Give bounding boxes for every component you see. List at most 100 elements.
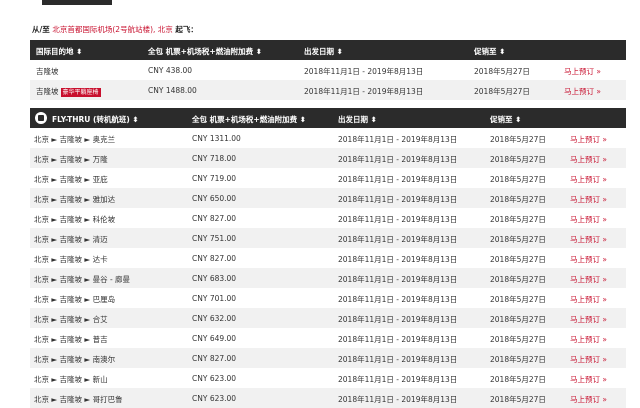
book-now-link[interactable]: 马上预订 »	[570, 254, 607, 265]
dates-cell: 2018年11月1日 - 2019年8月13日	[338, 215, 458, 224]
destinations-table: 国际目的地 ⬍ 全包 机票+机场税+燃油附加费 ⬍ 出发日期 ⬍ 促销至 ⬍ 吉…	[30, 40, 626, 100]
until-cell: 2018年5月27日	[490, 155, 546, 164]
table-row: 北京 ► 吉隆坡 ► 普吉 CNY 649.00 2018年11月1日 - 2019…	[30, 328, 626, 348]
dates-cell: 2018年11月1日 - 2019年8月13日	[304, 87, 424, 96]
price-cell: CNY 827.00	[192, 354, 237, 363]
until-cell: 2018年5月27日	[490, 375, 546, 384]
until-cell: 2018年5月27日	[490, 355, 546, 364]
price-cell: CNY 649.00	[192, 334, 237, 343]
table-row: 北京 ► 吉隆坡 ► 雅加达 CNY 650.00 2018年11月1日 - 201…	[30, 188, 626, 208]
route-cell: 北京 ► 吉隆坡 ► 巴厘岛	[34, 295, 116, 304]
table-row: 吉隆坡 CNY 438.00 2018年11月1日 - 2019年8月13日 2…	[30, 60, 626, 80]
until-cell: 2018年5月27日	[490, 135, 546, 144]
until-cell: 2018年5月27日	[490, 395, 546, 404]
dates-cell: 2018年11月1日 - 2019年8月13日	[338, 355, 458, 364]
route-cell: 北京 ► 吉隆坡 ► 新山	[34, 375, 108, 384]
dates-cell: 2018年11月1日 - 2019年8月13日	[338, 135, 458, 144]
table-row: 北京 ► 吉隆坡 ► 科伦坡 CNY 827.00 2018年11月1日 - 201…	[30, 208, 626, 228]
until-cell: 2018年5月27日	[490, 235, 546, 244]
destination-cell: 吉隆坡	[36, 67, 59, 76]
price-cell: CNY 827.00	[192, 214, 237, 223]
book-now-link[interactable]: 马上预订 »	[570, 394, 607, 405]
fly-thru-table: FLY-THRU (转机航班) ⬍ 全包 机票+机场税+燃油附加费 ⬍ 出发日期…	[30, 108, 626, 408]
price-cell: CNY 1488.00	[148, 86, 197, 95]
price-cell: CNY 719.00	[192, 174, 237, 183]
until-cell: 2018年5月27日	[474, 67, 530, 76]
airline-logo-icon	[35, 112, 47, 124]
book-now-link[interactable]: 马上预订 »	[570, 154, 607, 165]
until-cell: 2018年5月27日	[490, 335, 546, 344]
book-now-link[interactable]: 马上预订 »	[570, 314, 607, 325]
until-cell: 2018年5月27日	[490, 275, 546, 284]
route-cell: 北京 ► 吉隆坡 ► 哥打巴鲁	[34, 395, 123, 404]
route-cell: 北京 ► 吉隆坡 ► 雅加达	[34, 195, 116, 204]
route-cell: 北京 ► 吉隆坡 ► 合艾	[34, 315, 108, 324]
destination-name: 吉隆坡	[36, 87, 59, 96]
header-dates[interactable]: 出发日期 ⬍	[304, 46, 343, 57]
dates-cell: 2018年11月1日 - 2019年8月13日	[338, 335, 458, 344]
from-suffix: 起飞：	[175, 25, 198, 34]
route-cell: 北京 ► 吉隆坡 ► 曼谷 - 廊曼	[34, 275, 131, 284]
book-now-link[interactable]: 马上预订 »	[564, 86, 601, 97]
header-price[interactable]: 全包 机票+机场税+燃油附加费 ⬍	[192, 114, 306, 125]
price-cell: CNY 1311.00	[192, 134, 241, 143]
dates-cell: 2018年11月1日 - 2019年8月13日	[338, 375, 458, 384]
book-now-link[interactable]: 马上预订 »	[570, 194, 607, 205]
book-now-link[interactable]: 马上预订 »	[570, 294, 607, 305]
table-row: 北京 ► 吉隆坡 ► 曼谷 - 廊曼 CNY 683.00 2018年11月1日 -…	[30, 268, 626, 288]
price-cell: CNY 623.00	[192, 374, 237, 383]
table-row: 北京 ► 吉隆坡 ► 奥克兰 CNY 1311.00 2018年11月1日 - 20…	[30, 128, 626, 148]
table-row: 北京 ► 吉隆坡 ► 南澳尔 CNY 827.00 2018年11月1日 - 201…	[30, 348, 626, 368]
from-prefix: 从/至	[32, 25, 50, 34]
table-header: 国际目的地 ⬍ 全包 机票+机场税+燃油附加费 ⬍ 出发日期 ⬍ 促销至 ⬍	[30, 40, 626, 60]
dates-cell: 2018年11月1日 - 2019年8月13日	[338, 155, 458, 164]
dates-cell: 2018年11月1日 - 2019年8月13日	[304, 67, 424, 76]
destination-cell: 吉隆坡 豪华平躺座椅	[36, 86, 101, 97]
route-cell: 北京 ► 吉隆坡 ► 奥克兰	[34, 135, 116, 144]
book-now-link[interactable]: 马上预订 »	[570, 214, 607, 225]
book-now-link[interactable]: 马上预订 »	[570, 374, 607, 385]
price-cell: CNY 718.00	[192, 154, 237, 163]
table-header: FLY-THRU (转机航班) ⬍ 全包 机票+机场税+燃油附加费 ⬍ 出发日期…	[30, 108, 626, 128]
until-cell: 2018年5月27日	[490, 255, 546, 264]
route-cell: 北京 ► 吉隆坡 ► 达卡	[34, 255, 108, 264]
table-row: 北京 ► 吉隆坡 ► 万隆 CNY 718.00 2018年11月1日 - 2019…	[30, 148, 626, 168]
until-cell: 2018年5月27日	[490, 315, 546, 324]
header-dates[interactable]: 出发日期 ⬍	[338, 114, 377, 125]
book-now-link[interactable]: 马上预订 »	[570, 274, 607, 285]
price-cell: CNY 701.00	[192, 294, 237, 303]
book-now-link[interactable]: 马上预订 »	[570, 334, 607, 345]
dates-cell: 2018年11月1日 - 2019年8月13日	[338, 255, 458, 264]
book-now-link[interactable]: 马上预订 »	[570, 354, 607, 365]
route-cell: 北京 ► 吉隆坡 ► 清迈	[34, 235, 108, 244]
dates-cell: 2018年11月1日 - 2019年8月13日	[338, 175, 458, 184]
dates-cell: 2018年11月1日 - 2019年8月13日	[338, 235, 458, 244]
table-row: 北京 ► 吉隆坡 ► 亚庇 CNY 719.00 2018年11月1日 - 2019…	[30, 168, 626, 188]
flatbed-badge: 豪华平躺座椅	[60, 88, 101, 97]
table-row: 北京 ► 吉隆坡 ► 合艾 CNY 632.00 2018年11月1日 - 2019…	[30, 308, 626, 328]
origin-airport-link[interactable]: 北京首都国际机场(2号航站楼), 北京	[52, 25, 172, 34]
book-now-link[interactable]: 马上预订 »	[570, 234, 607, 245]
price-cell: CNY 827.00	[192, 254, 237, 263]
route-cell: 北京 ► 吉隆坡 ► 普吉	[34, 335, 108, 344]
price-cell: CNY 632.00	[192, 314, 237, 323]
route-cell: 北京 ► 吉隆坡 ► 科伦坡	[34, 215, 116, 224]
dates-cell: 2018年11月1日 - 2019年8月13日	[338, 195, 458, 204]
header-route[interactable]: FLY-THRU (转机航班) ⬍	[52, 114, 139, 125]
table-row: 北京 ► 吉隆坡 ► 哥打巴鲁 CNY 623.00 2018年11月1日 - 20…	[30, 388, 626, 408]
price-cell: CNY 623.00	[192, 394, 237, 403]
until-cell: 2018年5月27日	[474, 87, 530, 96]
header-promo-until[interactable]: 促销至 ⬍	[474, 46, 505, 57]
top-tab[interactable]	[42, 0, 112, 5]
table-row: 北京 ► 吉隆坡 ► 清迈 CNY 751.00 2018年11月1日 - 2019…	[30, 228, 626, 248]
route-cell: 北京 ► 吉隆坡 ► 亚庇	[34, 175, 108, 184]
book-now-link[interactable]: 马上预订 »	[570, 134, 607, 145]
book-now-link[interactable]: 马上预订 »	[564, 66, 601, 77]
header-destination[interactable]: 国际目的地 ⬍	[36, 46, 82, 57]
table-row: 吉隆坡 豪华平躺座椅 CNY 1488.00 2018年11月1日 - 2019年…	[30, 80, 626, 100]
header-price[interactable]: 全包 机票+机场税+燃油附加费 ⬍	[148, 46, 262, 57]
header-promo-until[interactable]: 促销至 ⬍	[490, 114, 521, 125]
route-cell: 北京 ► 吉隆坡 ► 万隆	[34, 155, 108, 164]
dates-cell: 2018年11月1日 - 2019年8月13日	[338, 315, 458, 324]
book-now-link[interactable]: 马上预订 »	[570, 174, 607, 185]
